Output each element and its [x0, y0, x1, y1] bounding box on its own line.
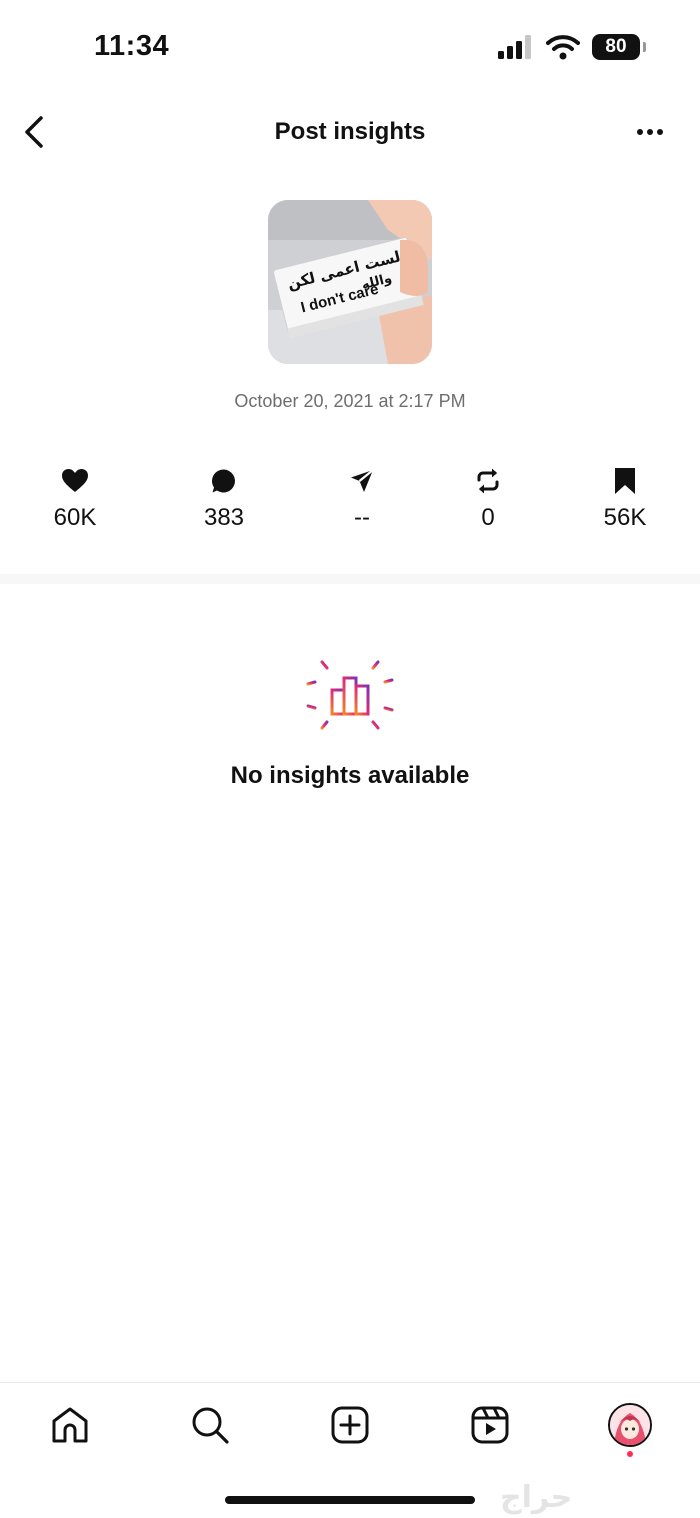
battery-level: 80 [605, 36, 627, 57]
heart-icon [62, 469, 88, 492]
status-time: 11:34 [94, 30, 170, 62]
reposts-count: 0 [481, 504, 495, 531]
repost-icon [477, 468, 499, 494]
more-horizontal-icon [637, 129, 663, 135]
more-options-button[interactable] [630, 114, 670, 150]
post-image: لست اعمى لكن والله I don't care [268, 200, 432, 364]
bar-chart-sparkle-icon [300, 646, 400, 746]
notification-dot [627, 1451, 633, 1457]
status-icons: 80 [498, 34, 646, 60]
comment-icon [211, 469, 235, 493]
tab-search[interactable] [180, 1401, 240, 1449]
likes-count: 60K [53, 504, 97, 531]
cellular-signal-icon [498, 35, 531, 59]
comments-count: 383 [203, 504, 245, 531]
tab-profile[interactable] [600, 1401, 660, 1457]
page-title: Post insights [274, 118, 426, 145]
comments-metric: 383 [169, 466, 279, 532]
wifi-icon [546, 35, 580, 60]
reposts-metric: 0 [433, 466, 543, 532]
nav-header: Post insights [0, 100, 700, 166]
post-thumbnail[interactable]: لست اعمى لكن والله I don't care [268, 200, 432, 364]
reels-icon [471, 1406, 509, 1444]
saves-count: 56K [603, 504, 647, 531]
bookmark-icon [615, 468, 635, 494]
shares-count: -- [354, 504, 370, 531]
home-indicator[interactable] [225, 1496, 475, 1504]
home-icon [52, 1407, 88, 1443]
search-icon [192, 1407, 229, 1444]
battery-indicator: 80 [592, 34, 646, 60]
status-bar: 11:34 80 [0, 0, 700, 96]
shares-metric: -- [307, 466, 417, 532]
likes-metric: 60K [20, 466, 130, 532]
share-icon [351, 469, 374, 492]
tab-create[interactable] [320, 1401, 380, 1449]
section-divider [0, 574, 700, 584]
watermark: حراج [500, 1481, 573, 1514]
post-date: October 20, 2021 at 2:17 PM [234, 391, 466, 411]
no-insights-message: No insights available [230, 762, 470, 789]
plus-square-icon [331, 1406, 369, 1444]
tab-reels[interactable] [460, 1401, 520, 1449]
avatar [608, 1403, 652, 1447]
saves-metric: 56K [570, 466, 680, 532]
tab-home[interactable] [40, 1401, 100, 1449]
